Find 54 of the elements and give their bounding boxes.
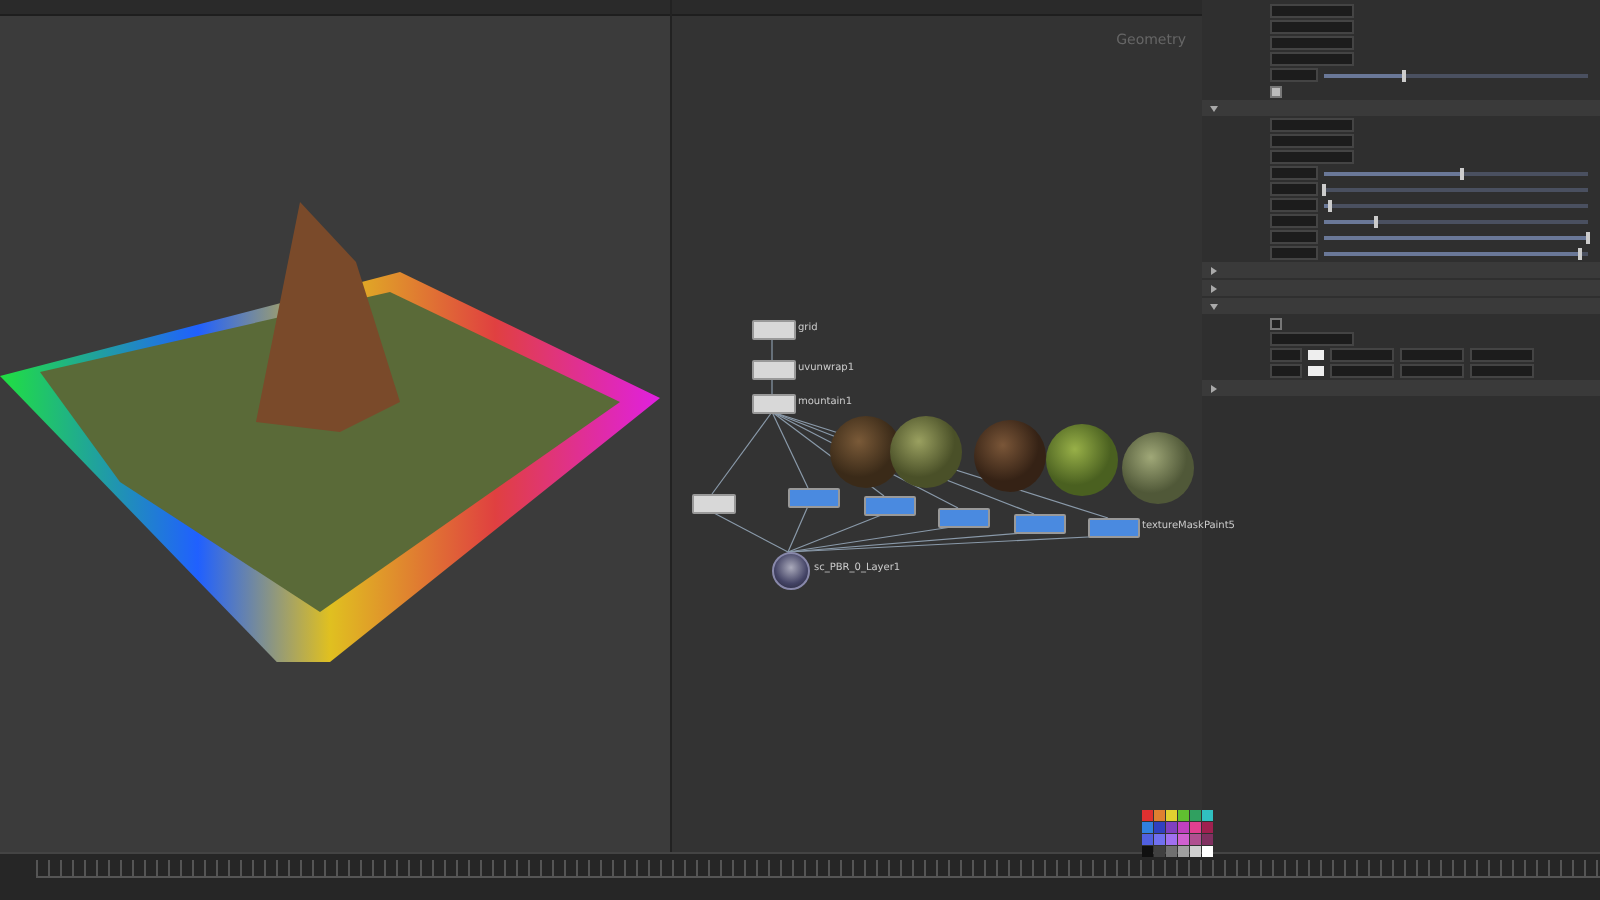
slider-thumb[interactable] (1578, 247, 1583, 259)
node-tile[interactable] (752, 320, 796, 340)
parameter-field[interactable] (1270, 52, 1354, 66)
parameter-field[interactable] (1330, 364, 1394, 378)
parameter-field[interactable] (1270, 348, 1302, 362)
node-connector (771, 337, 773, 361)
parameter-field[interactable] (1400, 348, 1464, 362)
parameter-field[interactable] (1270, 134, 1354, 148)
disclosure-triangle-icon[interactable] (1210, 105, 1218, 111)
node-tile[interactable] (752, 394, 796, 414)
parameter-field[interactable] (1270, 68, 1318, 82)
parameter-field[interactable] (1270, 246, 1318, 260)
node-tile[interactable] (864, 496, 916, 516)
timeline-ruler[interactable] (36, 860, 1600, 879)
node-tile[interactable] (692, 494, 736, 514)
slider-thumb[interactable] (1327, 199, 1332, 211)
disclosure-triangle-icon[interactable] (1210, 303, 1218, 309)
material-sphere-icon (888, 414, 964, 490)
checkbox[interactable] (1270, 317, 1282, 329)
disclosure-triangle-icon[interactable] (1211, 284, 1217, 292)
parameter-field[interactable] (1270, 182, 1318, 196)
parameter-field[interactable] (1470, 348, 1534, 362)
slider-thumb[interactable] (1401, 69, 1406, 81)
node-connector (771, 377, 773, 395)
color-swatch[interactable] (1308, 366, 1324, 376)
parameter-field[interactable] (1270, 36, 1354, 50)
parameter-field[interactable] (1270, 214, 1318, 228)
parameter-field[interactable] (1270, 364, 1302, 378)
parameter-field[interactable] (1330, 348, 1394, 362)
parameter-field[interactable] (1270, 230, 1318, 244)
disclosure-triangle-icon[interactable] (1211, 266, 1217, 274)
parameter-field[interactable] (1270, 4, 1354, 18)
parameter-field[interactable] (1270, 20, 1354, 34)
checkbox[interactable] (1270, 85, 1282, 97)
shader-node-icon[interactable] (772, 552, 810, 590)
disclosure-triangle-icon[interactable] (1211, 384, 1217, 392)
node-tile[interactable] (1088, 518, 1140, 538)
slider-thumb[interactable] (1374, 215, 1379, 227)
node-tile[interactable] (1014, 514, 1066, 534)
material-sphere-icon (1044, 422, 1120, 498)
node-tile[interactable] (752, 360, 796, 380)
material-sphere-icon (1120, 430, 1196, 506)
parameter-field[interactable] (1470, 364, 1534, 378)
node-tile[interactable] (788, 488, 840, 508)
node-tile[interactable] (938, 508, 990, 528)
parameter-field[interactable] (1270, 198, 1318, 212)
parameter-field[interactable] (1270, 332, 1354, 346)
parameter-field[interactable] (1270, 118, 1354, 132)
parameter-field[interactable] (1270, 150, 1354, 164)
color-swatch[interactable] (1308, 350, 1324, 360)
material-sphere-icon (972, 418, 1048, 494)
parameter-field[interactable] (1400, 364, 1464, 378)
slider-thumb[interactable] (1459, 167, 1464, 179)
parameter-field[interactable] (1270, 166, 1318, 180)
